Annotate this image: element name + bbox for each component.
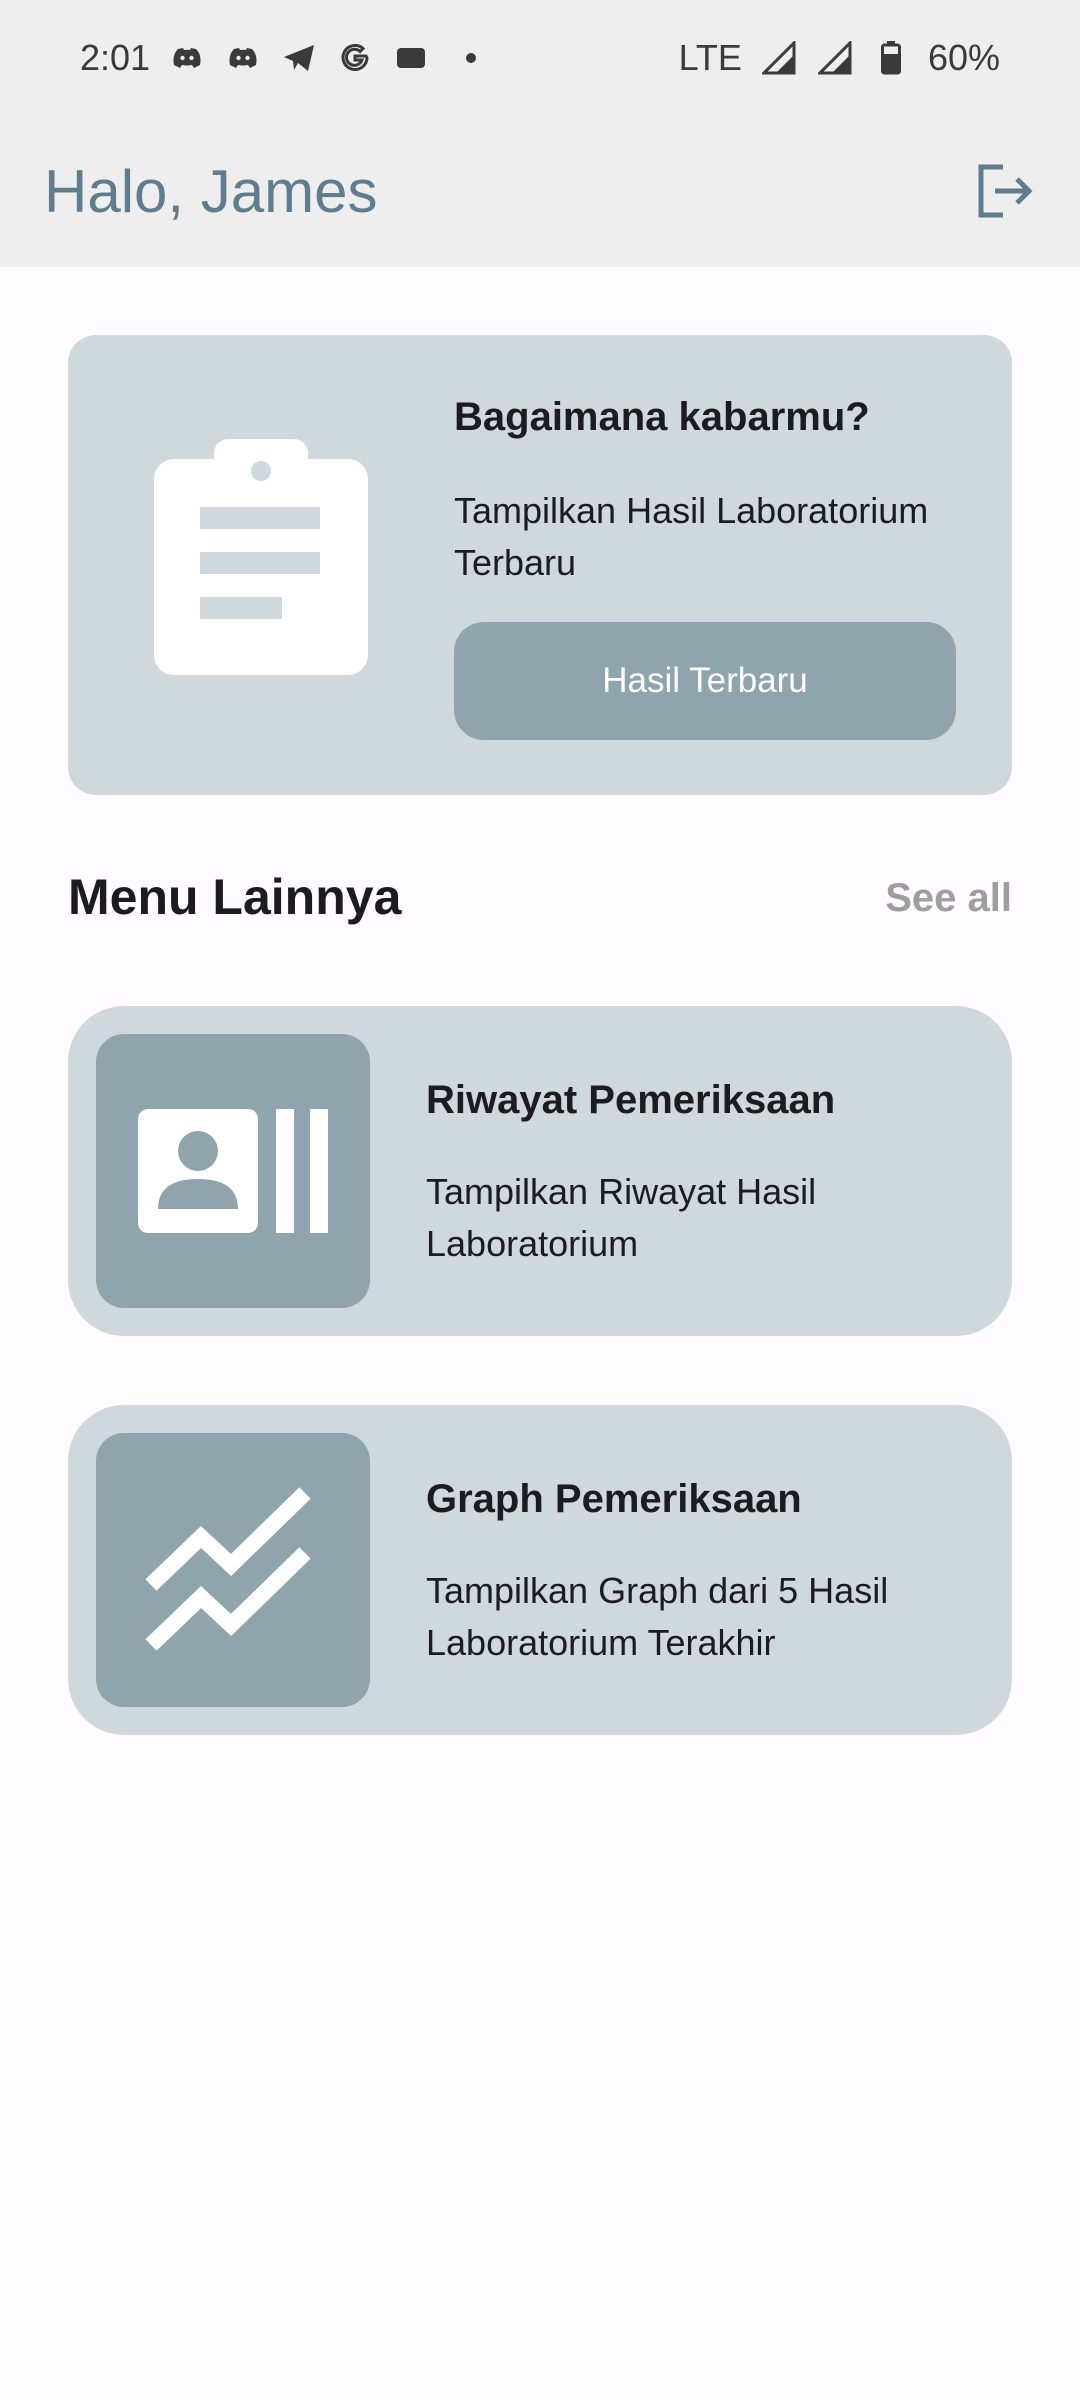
menu-card-graph[interactable]: Graph Pemeriksaan Tampilkan Graph dari 5… [68, 1405, 1012, 1735]
contact-card-icon [96, 1034, 370, 1308]
menu-card-subtitle: Tampilkan Graph dari 5 Hasil Laboratoriu… [426, 1570, 889, 1663]
google-icon [336, 39, 374, 77]
discord-icon [168, 39, 206, 77]
status-time: 2:01 [80, 36, 151, 78]
signal-icon [816, 39, 854, 77]
menu-card-title: Riwayat Pemeriksaan [426, 1078, 836, 1122]
latest-results-button[interactable]: Hasil Terbaru [454, 622, 956, 740]
logout-icon [978, 164, 1033, 218]
see-all-link[interactable]: See all [885, 876, 1012, 921]
trend-chart-icon [96, 1433, 370, 1707]
greeting-subtitle: Tampilkan Hasil Laboratorium Terbaru [454, 490, 929, 583]
notification-icon [392, 39, 430, 77]
greeting-heading: Bagaimana kabarmu? [454, 395, 870, 439]
app-bar: Halo, James [0, 115, 1080, 267]
page-title: Halo, James [44, 157, 378, 225]
menu-card-history[interactable]: Riwayat Pemeriksaan Tampilkan Riwayat Ha… [68, 1006, 1012, 1336]
network-type: LTE [678, 36, 742, 78]
more-notifications-dot [466, 52, 477, 63]
section-title: Menu Lainnya [68, 869, 402, 925]
status-right: LTE 60% [679, 37, 1000, 79]
battery-percent: 60% [927, 36, 1000, 78]
discord-icon [224, 39, 262, 77]
status-bar: 2:01 LTE 60% [0, 0, 1080, 115]
status-left: 2:01 [80, 36, 477, 79]
menu-card-subtitle: Tampilkan Riwayat Hasil Laboratorium [426, 1171, 817, 1264]
signal-icon [760, 39, 798, 77]
latest-results-card: Bagaimana kabarmu? Tampilkan Hasil Labor… [68, 335, 1012, 795]
battery-icon [872, 39, 910, 77]
clipboard-icon [154, 435, 368, 675]
telegram-icon [280, 39, 318, 77]
logout-button[interactable] [970, 156, 1040, 226]
menu-card-title: Graph Pemeriksaan [426, 1477, 802, 1521]
